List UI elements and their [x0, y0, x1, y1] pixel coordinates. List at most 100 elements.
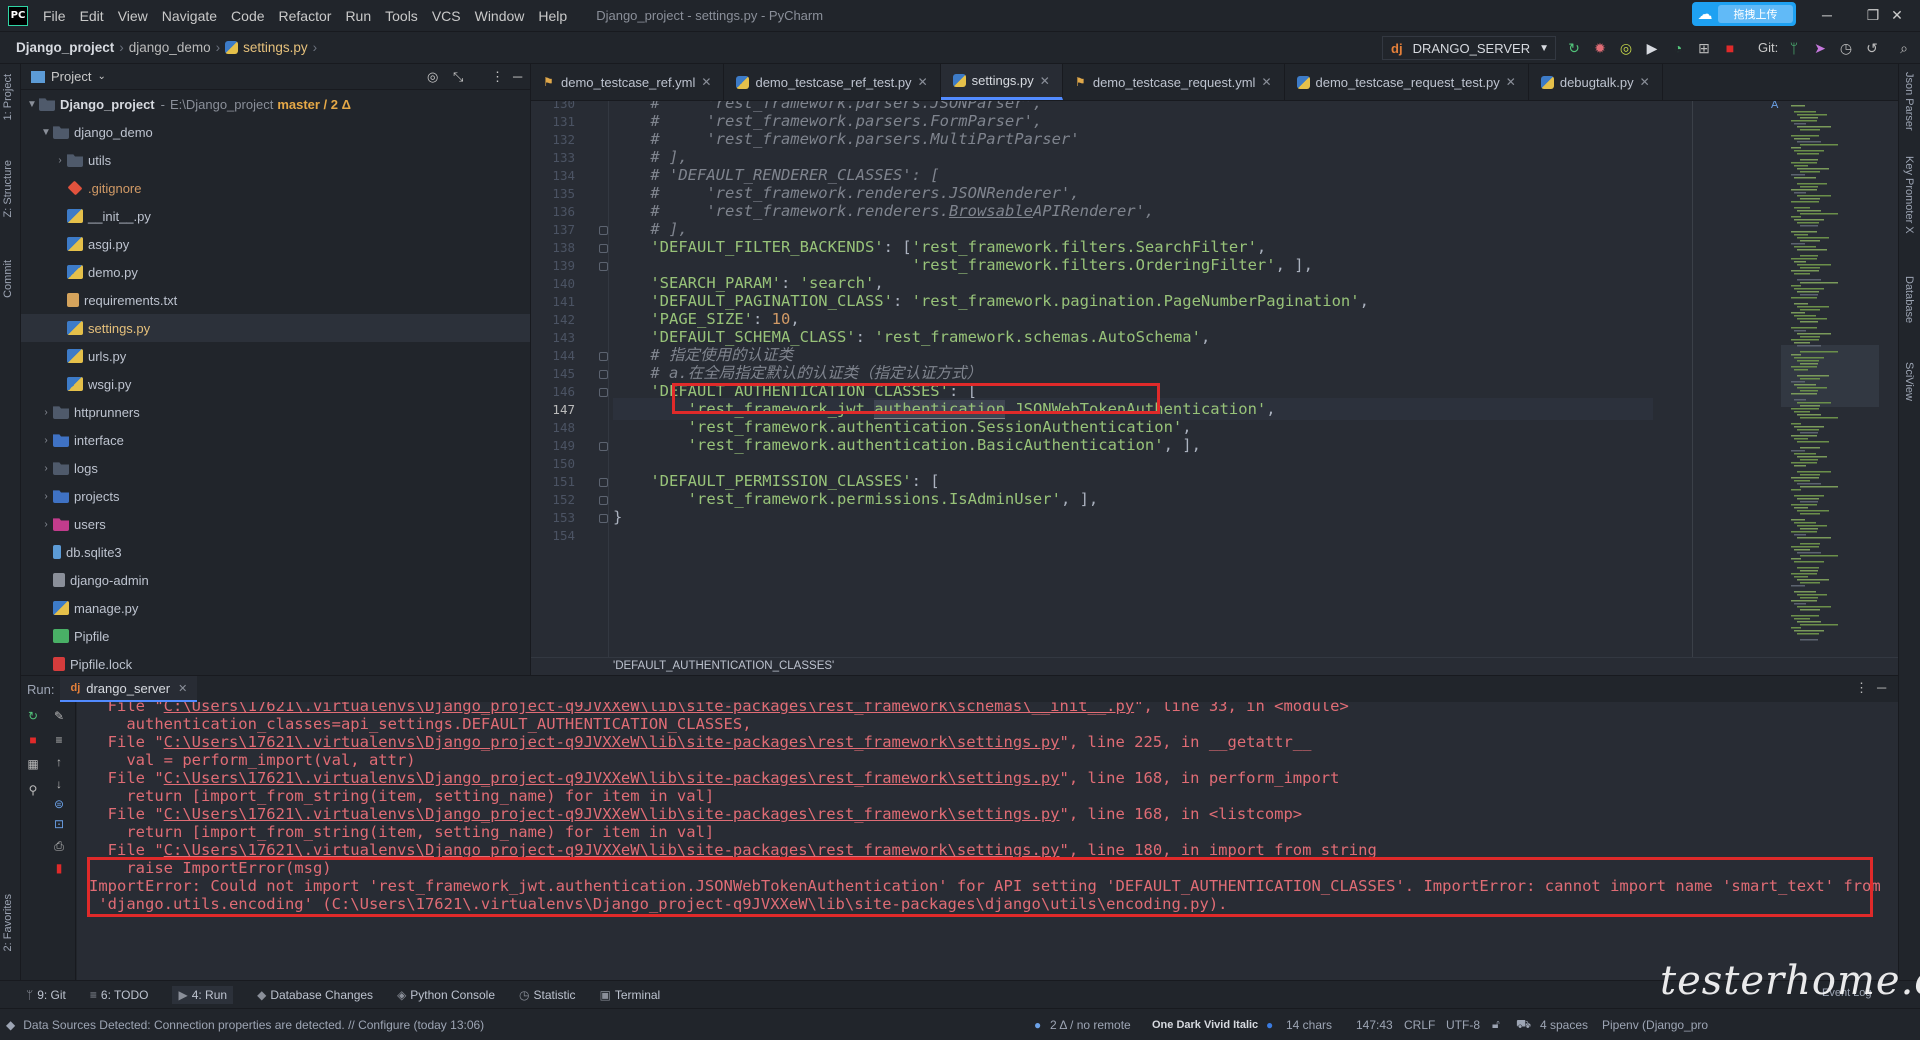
stop-icon[interactable]: ■: [1720, 38, 1740, 58]
menu-code[interactable]: Code: [224, 8, 271, 24]
tool-project[interactable]: 1: Project: [2, 74, 14, 120]
project-panel-title[interactable]: Project: [51, 69, 91, 84]
sort-icon[interactable]: ≡: [51, 732, 67, 748]
chevron-down-icon[interactable]: ⌄: [97, 71, 105, 82]
toolwindow-statistic[interactable]: ◷ Statistic: [519, 988, 576, 1002]
indent-setting[interactable]: 4 spaces: [1540, 1018, 1588, 1032]
tree-item[interactable]: › logs: [21, 454, 530, 482]
rerun-icon[interactable]: ↻: [1564, 38, 1584, 58]
tab-debugtalk-py[interactable]: debugtalk.py ✕: [1529, 64, 1663, 100]
profile-icon[interactable]: ◔: [1668, 38, 1688, 58]
toolwindow-python-console[interactable]: ◈ Python Console: [397, 988, 495, 1002]
close-icon[interactable]: ✕: [701, 75, 711, 89]
layout-icon[interactable]: ▦: [25, 756, 41, 772]
locate-icon[interactable]: ◎: [427, 69, 438, 85]
rerun-icon[interactable]: ↻: [25, 708, 41, 724]
tree-item[interactable]: › interface: [21, 426, 530, 454]
tree-item[interactable]: settings.py: [21, 314, 530, 342]
tree-item[interactable]: wsgi.py: [21, 370, 530, 398]
menu-tools[interactable]: Tools: [378, 8, 425, 24]
fold-marker-icon[interactable]: [599, 496, 608, 505]
tool-key-promoter[interactable]: Key Promoter X: [1903, 156, 1915, 234]
notification-icon[interactable]: ◆: [6, 1018, 15, 1032]
menu-view[interactable]: View: [111, 8, 155, 24]
menu-edit[interactable]: Edit: [73, 8, 111, 24]
git-update-icon[interactable]: ᛘ: [1784, 38, 1804, 58]
close-icon[interactable]: ✕: [1640, 75, 1650, 89]
menu-navigate[interactable]: Navigate: [155, 8, 224, 24]
toolwindow-database-changes[interactable]: ◆ Database Changes: [257, 988, 373, 1002]
hide-panel-icon[interactable]: ─: [1877, 680, 1886, 695]
tool-commit[interactable]: Commit: [2, 260, 14, 298]
down-icon[interactable]: ↓: [51, 776, 67, 792]
tree-item[interactable]: demo.py: [21, 258, 530, 286]
code-editor[interactable]: 130 131 132 133 134 135 136 137 138 139 140 141 142 1…: [531, 101, 1920, 657]
tree-item[interactable]: db.sqlite3: [21, 538, 530, 566]
line-separator[interactable]: CRLF: [1404, 1018, 1435, 1032]
tree-item[interactable]: __init__.py: [21, 202, 530, 230]
tab-demo-testcase-request-test-py[interactable]: demo_testcase_request_test.py ✕: [1285, 64, 1529, 100]
search-icon[interactable]: ⌕: [1894, 38, 1914, 58]
hide-panel-icon[interactable]: ─: [513, 69, 522, 84]
tree-item[interactable]: django-admin: [21, 566, 530, 594]
toolwindow-4-run[interactable]: ▶ 4: Run: [172, 985, 234, 1004]
tree-item[interactable]: › utils: [21, 146, 530, 174]
toolwindow-terminal[interactable]: ▣ Terminal: [600, 988, 661, 1002]
status-message[interactable]: Data Sources Detected: Connection proper…: [23, 1018, 484, 1032]
print-icon[interactable]: ⎙: [51, 838, 67, 854]
breadcrumb-project[interactable]: Django_project: [16, 40, 114, 55]
soft-wrap-icon[interactable]: ⊜: [51, 796, 67, 812]
fold-marker-icon[interactable]: [599, 370, 608, 379]
git-push-icon[interactable]: ➤: [1810, 38, 1830, 58]
git-status[interactable]: 2 Δ / no remote: [1050, 1018, 1131, 1032]
tree-item[interactable]: › projects: [21, 482, 530, 510]
minimize-button[interactable]: ─: [1804, 0, 1850, 30]
clear-icon[interactable]: ▮: [51, 860, 67, 876]
breadcrumb-folder[interactable]: django_demo: [129, 40, 211, 55]
tree-item[interactable]: urls.py: [21, 342, 530, 370]
pin-icon[interactable]: ⚲: [25, 782, 41, 798]
interpreter[interactable]: Pipenv (Django_pro: [1602, 1018, 1708, 1032]
more-options-icon[interactable]: ⋮: [491, 69, 504, 85]
more-options-icon[interactable]: ⋮: [1855, 680, 1868, 696]
tab-demo-testcase-ref-yml[interactable]: ⚑ demo_testcase_ref.yml ✕: [531, 64, 725, 100]
rollback-icon[interactable]: ↺: [1862, 38, 1882, 58]
menu-run[interactable]: Run: [338, 8, 378, 24]
tree-item[interactable]: requirements.txt: [21, 286, 530, 314]
lock-icon[interactable]: 🔓︎: [1492, 1017, 1500, 1032]
tab-demo-testcase-request-yml[interactable]: ⚑ demo_testcase_request.yml ✕: [1063, 64, 1285, 100]
run-tab[interactable]: dj drango_server ✕: [60, 676, 198, 702]
menu-vcs[interactable]: VCS: [425, 8, 468, 24]
fold-marker-icon[interactable]: [599, 514, 608, 523]
run-configuration-select[interactable]: dj DRANGO_SERVER ▼: [1382, 36, 1556, 60]
menu-file[interactable]: File: [36, 8, 73, 24]
cursor-position[interactable]: 147:43: [1356, 1018, 1393, 1032]
memory-icon[interactable]: ⛟: [1516, 1017, 1531, 1033]
fold-marker-icon[interactable]: [599, 244, 608, 253]
collapse-icon[interactable]: ⤡: [453, 69, 463, 85]
fold-marker-icon[interactable]: [599, 226, 608, 235]
toolwindow-9-git[interactable]: ᛘ 9: Git: [26, 988, 66, 1002]
tree-item[interactable]: Pipfile: [21, 622, 530, 650]
fold-marker-icon[interactable]: [599, 352, 608, 361]
fold-marker-icon[interactable]: [599, 388, 608, 397]
tool-database[interactable]: Database: [1903, 276, 1915, 323]
tree-item[interactable]: › users: [21, 510, 530, 538]
up-icon[interactable]: ↑: [51, 754, 67, 770]
tree-item[interactable]: › httprunners: [21, 398, 530, 426]
run-icon[interactable]: ▶: [1642, 38, 1662, 58]
debug-icon[interactable]: ✹: [1590, 38, 1610, 58]
menu-help[interactable]: Help: [531, 8, 574, 24]
menu-window[interactable]: Window: [468, 8, 532, 24]
edit-icon[interactable]: ✎: [51, 708, 67, 724]
cloud-upload-button[interactable]: ☁ 拖拽上传: [1692, 2, 1796, 26]
fold-marker-icon[interactable]: [599, 442, 608, 451]
fold-marker-icon[interactable]: [599, 478, 608, 487]
theme-name[interactable]: One Dark Vivid Italic: [1152, 1019, 1258, 1031]
tool-sciview[interactable]: SciView: [1903, 362, 1915, 401]
tree-item[interactable]: asgi.py: [21, 230, 530, 258]
tree-item[interactable]: ▼ django_demo: [21, 118, 530, 146]
tool-json-parser[interactable]: Json Parser: [1903, 72, 1915, 131]
close-icon[interactable]: ✕: [1261, 75, 1271, 89]
tree-item[interactable]: manage.py: [21, 594, 530, 622]
